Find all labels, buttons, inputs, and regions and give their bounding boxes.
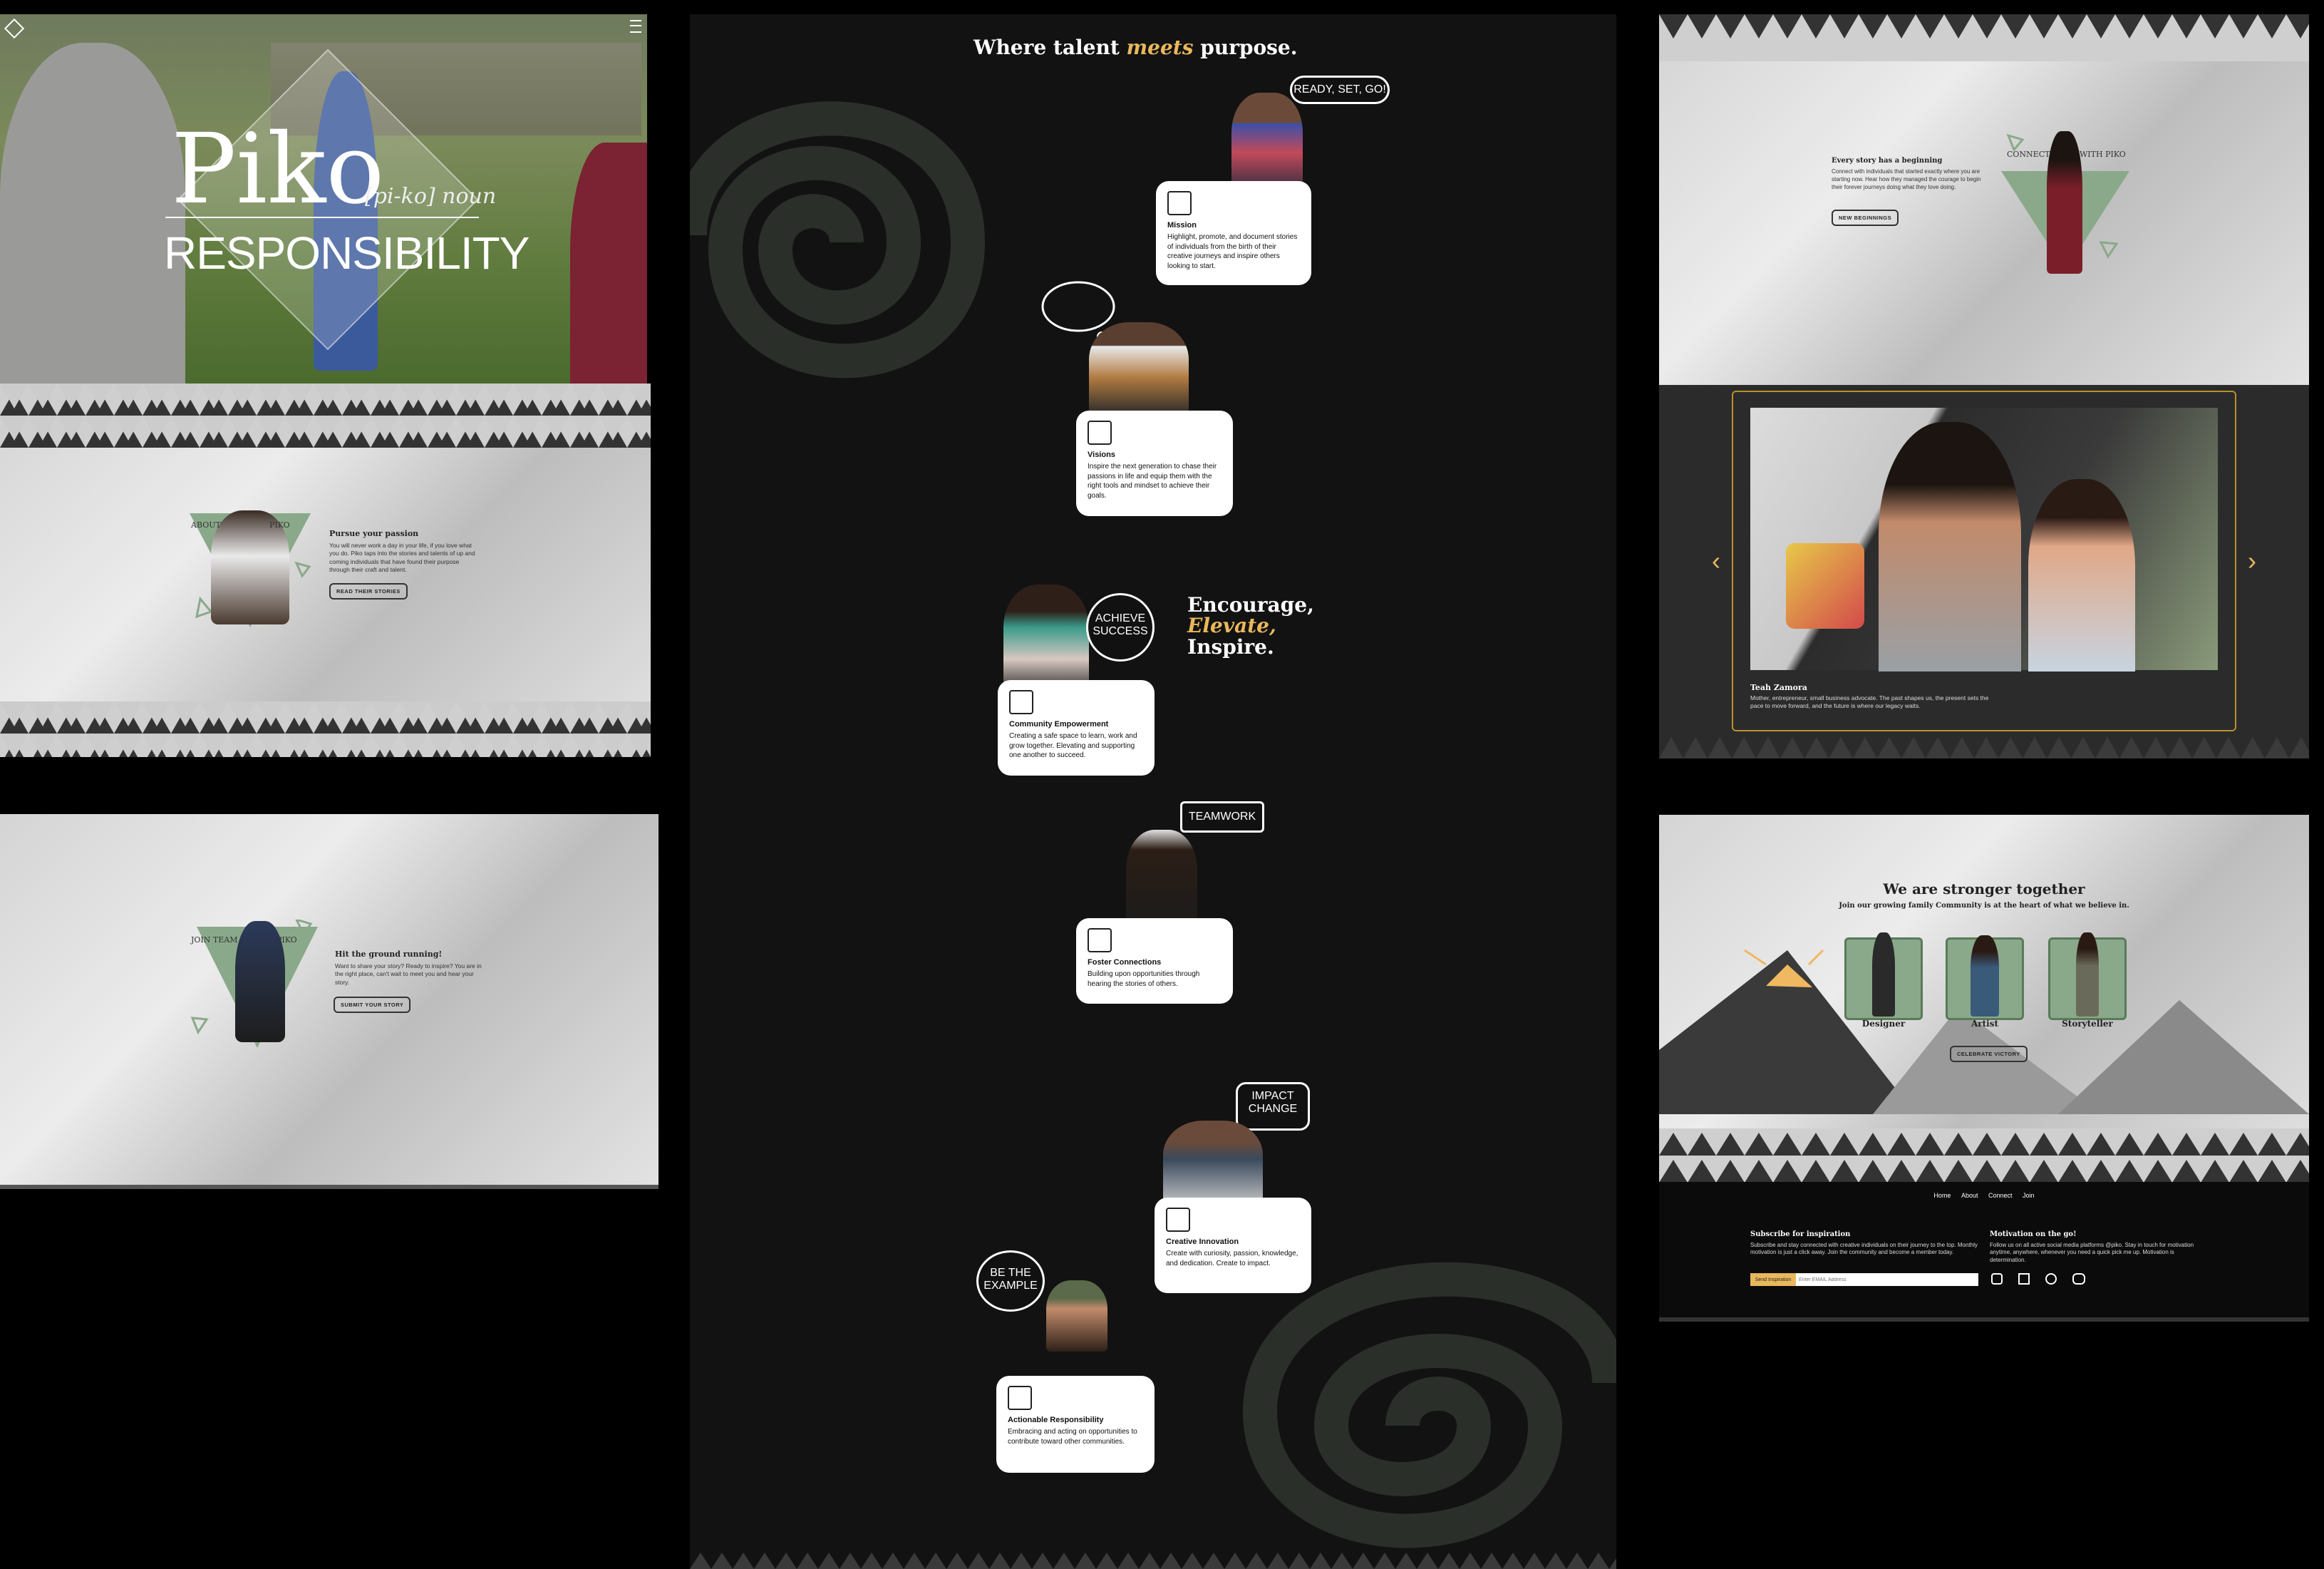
community-icon: [1009, 690, 1033, 714]
celebrate-victory-button[interactable]: CELEBRATE VICTORY: [1950, 1046, 2028, 1062]
bubble-teamwork: TEAMWORK: [1180, 801, 1264, 833]
person-responsibility: [1046, 1280, 1107, 1352]
pinterest-icon[interactable]: [2045, 1273, 2057, 1285]
hero-pronunciation: [pi-ko] noun: [365, 184, 497, 209]
about-heading: Pursue your passion: [329, 529, 419, 538]
about-section: ABOUT PIKO Pursue your passion You will …: [0, 384, 651, 757]
member-card-artist[interactable]: [1946, 935, 2024, 1020]
connect-person: [2047, 131, 2082, 274]
community-heading: We are stronger together: [1883, 880, 2085, 897]
connect-tribal-top: [1659, 14, 2309, 61]
middle-tribal-band: [690, 1551, 1616, 1569]
card-mission: Mission Highlight, promote, and document…: [1156, 181, 1311, 285]
tribal-band-bottom: [0, 701, 651, 757]
motivation-body: Follow us on all active social media pla…: [1990, 1242, 2194, 1263]
join-section: JOIN TEAM PIKO Hit the ground running! W…: [0, 814, 659, 1189]
hamburger-icon[interactable]: [630, 20, 641, 33]
carousel-name: Teah Zamora: [1750, 683, 1807, 692]
community-sub: Join our growing family Community is at …: [1839, 902, 2129, 910]
person-visions: [1089, 322, 1189, 415]
innovation-icon: [1166, 1208, 1190, 1232]
member-label-artist: Artist: [1971, 1019, 1999, 1029]
email-input[interactable]: [1796, 1273, 1978, 1286]
person-connections: [1126, 830, 1197, 930]
tribal-band-top: [0, 384, 651, 448]
connect-heading: Every story has a beginning: [1832, 157, 1943, 165]
footer-nav-home[interactable]: Home: [1933, 1192, 1951, 1199]
member-label-designer: Designer: [1861, 1019, 1906, 1029]
footer-nav-about[interactable]: About: [1961, 1192, 1978, 1199]
carousel-caption: Mother, entrepreneur, small business adv…: [1750, 694, 1989, 710]
card-visions: Visions Inspire the next generation to c…: [1076, 411, 1233, 516]
about-tri-left: ABOUT: [191, 520, 221, 530]
subscribe-title: Subscribe for inspiration: [1750, 1230, 1851, 1238]
footer-nav: Home About Connect Join: [1659, 1192, 2309, 1199]
hero-person-right: [570, 143, 647, 384]
carousel-section: Teah Zamora Mother, entrepreneur, small …: [1659, 385, 2309, 758]
diamond-logo-icon[interactable]: [4, 18, 25, 39]
connect-section: CONNECT WITH PIKO Every story has a begi…: [1659, 14, 2309, 385]
join-body: Want to share your story? Ready to inspi…: [335, 962, 482, 986]
join-tri-left: JOIN TEAM: [191, 935, 238, 945]
mission-icon: [1167, 191, 1192, 215]
connect-body: Connect with individuals that started ex…: [1832, 168, 1981, 190]
card-responsibility: Actionable Responsibility Embracing and …: [996, 1376, 1155, 1473]
encourage-heading: Encourage, Elevate, Inspire.: [1187, 593, 1314, 659]
community-section: We are stronger together Join our growin…: [1659, 815, 2309, 1182]
footer-nav-join[interactable]: Join: [2023, 1192, 2035, 1199]
person-community: [1003, 585, 1089, 691]
community-tribal-band: [1659, 1128, 2309, 1182]
join-heading: Hit the ground running!: [335, 950, 443, 959]
footer-bottom-bar: [1659, 1317, 2309, 1322]
hero-person-left: [0, 43, 185, 384]
join-tri-right: PIKO: [277, 935, 297, 945]
member-card-storyteller[interactable]: [2048, 932, 2127, 1020]
join-bottom-bar: [0, 1185, 659, 1189]
carousel-prev-button[interactable]: ‹: [1712, 546, 1720, 576]
send-inspiration-button[interactable]: Send Inspiration: [1750, 1273, 1796, 1286]
carousel-photo: [1750, 408, 2218, 672]
middle-headline: Where talent meets purpose.: [974, 36, 1298, 59]
bubble-achieve: ACHIEVE SUCCESS: [1086, 593, 1155, 662]
about-body: You will never work a day in your life, …: [329, 542, 475, 574]
bubble-impact: IMPACT CHANGE: [1236, 1082, 1310, 1131]
connections-icon: [1088, 928, 1112, 952]
responsibility-icon: [1008, 1386, 1032, 1410]
email-icon[interactable]: [2018, 1273, 2030, 1285]
photo-balloon: [1786, 543, 1864, 629]
hero-title: Piko: [171, 113, 385, 226]
hero-divider: [165, 217, 479, 218]
bubble-example: BE THE EXAMPLE: [976, 1250, 1045, 1312]
member-card-designer[interactable]: [1844, 932, 1923, 1020]
values-section: Where talent meets purpose. READY, SET, …: [690, 14, 1616, 1569]
footer: Home About Connect Join Subscribe for in…: [1659, 1182, 2309, 1322]
card-connections: Foster Connections Building upon opportu…: [1076, 918, 1233, 1004]
read-stories-button[interactable]: READ THEIR STORIES: [329, 583, 408, 600]
instagram-icon[interactable]: [1991, 1273, 2003, 1285]
visions-icon: [1088, 421, 1112, 445]
discord-icon[interactable]: [2072, 1273, 2085, 1285]
card-community: Community Empowerment Creating a safe sp…: [998, 680, 1155, 776]
submit-story-button[interactable]: SUBMIT YOUR STORY: [334, 997, 411, 1013]
motivation-title: Motivation on the go!: [1990, 1230, 2077, 1238]
about-tri-right: PIKO: [269, 520, 290, 530]
carousel-next-button[interactable]: ›: [2248, 546, 2256, 576]
subscribe-body: Subscribe and stay connected with creati…: [1750, 1242, 1978, 1256]
hero-section: Piko [pi-ko] noun RESPONSIBILITY: [0, 14, 647, 384]
hero-subtitle: RESPONSIBILITY: [164, 227, 530, 279]
person-mission: [1231, 93, 1303, 192]
new-beginnings-button[interactable]: NEW BEGINNINGS: [1832, 210, 1899, 226]
member-label-storyteller: Storyteller: [2062, 1019, 2113, 1029]
connect-tri-left: CONNECT: [2007, 150, 2050, 159]
footer-nav-connect[interactable]: Connect: [1988, 1192, 2013, 1199]
card-innovation: Creative Innovation Create with curiosit…: [1155, 1198, 1311, 1293]
spiral-decoration-top: [690, 101, 986, 379]
connect-tri-right: WITH PIKO: [2080, 150, 2126, 159]
bubble-ready: READY, SET, GO!: [1290, 76, 1390, 104]
person-innovation: [1163, 1121, 1263, 1206]
photo-woman: [1879, 422, 2021, 672]
photo-baby: [2028, 479, 2135, 672]
